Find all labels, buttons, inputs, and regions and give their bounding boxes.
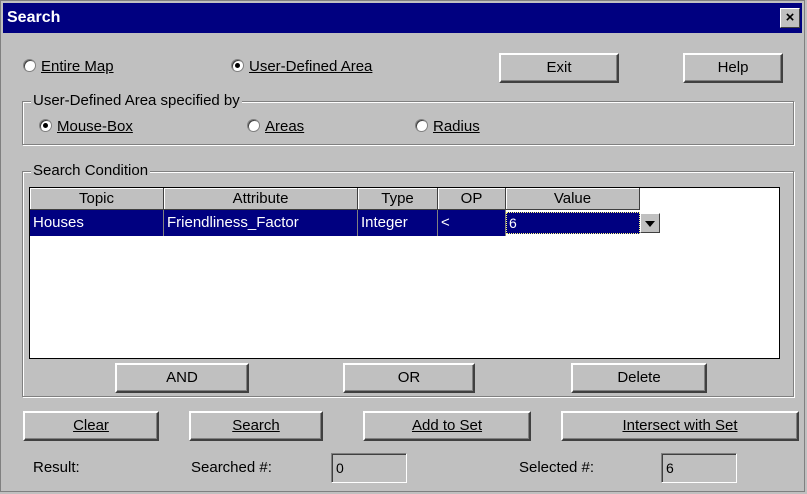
selected-count-field: 6: [661, 453, 737, 483]
radio-entire-map-indicator: [23, 59, 36, 72]
column-header-value[interactable]: Value: [506, 188, 640, 210]
value-dropdown-arrow-icon[interactable]: [640, 213, 660, 233]
cell-attribute[interactable]: Friendliness_Factor: [164, 210, 358, 236]
cell-type[interactable]: Integer: [358, 210, 438, 236]
help-button[interactable]: Help: [683, 53, 783, 83]
title-bar: Search ×: [3, 3, 802, 33]
radio-mouse-box-indicator: [39, 119, 52, 132]
close-button[interactable]: ×: [780, 8, 800, 28]
column-header-topic[interactable]: Topic: [30, 188, 164, 210]
radio-user-defined-area-label: User-Defined Area: [249, 58, 373, 75]
radio-radius[interactable]: Radius: [415, 118, 480, 135]
radio-mouse-box-label: Mouse-Box: [57, 118, 133, 135]
specified-by-group: User-Defined Area specified by: [22, 92, 794, 145]
cell-topic[interactable]: Houses: [30, 210, 164, 236]
radio-user-defined-area-indicator: [231, 59, 244, 72]
column-header-type[interactable]: Type: [358, 188, 438, 210]
column-header-op[interactable]: OP: [438, 188, 506, 210]
search-dialog: Search × Entire Map User-Defined Area Ex…: [0, 0, 805, 492]
radio-mouse-box[interactable]: Mouse-Box: [39, 118, 133, 135]
radio-areas-indicator: [247, 119, 260, 132]
window-title: Search: [7, 9, 61, 26]
specified-by-legend: User-Defined Area specified by: [31, 92, 242, 109]
searched-count-label: Searched #:: [191, 459, 272, 476]
radio-user-defined-area[interactable]: User-Defined Area: [231, 58, 372, 75]
result-label: Result:: [33, 459, 80, 476]
radio-entire-map-label: Entire Map: [41, 58, 114, 75]
radio-areas[interactable]: Areas: [247, 118, 304, 135]
cell-op[interactable]: <: [438, 210, 506, 236]
and-button[interactable]: AND: [115, 363, 249, 393]
radio-entire-map[interactable]: Entire Map: [23, 58, 114, 75]
clear-button[interactable]: Clear: [23, 411, 159, 441]
radio-radius-indicator: [415, 119, 428, 132]
search-button[interactable]: Search: [189, 411, 323, 441]
add-to-set-button[interactable]: Add to Set: [363, 411, 531, 441]
intersect-with-set-button[interactable]: Intersect with Set: [561, 411, 799, 441]
selected-count-label: Selected #:: [519, 459, 595, 476]
column-header-attribute[interactable]: Attribute: [164, 188, 358, 210]
or-button[interactable]: OR: [343, 363, 475, 393]
delete-button[interactable]: Delete: [571, 363, 707, 393]
condition-grid[interactable]: Topic Attribute Type OP Value Houses Fri…: [29, 187, 780, 359]
radio-areas-label: Areas: [265, 118, 305, 135]
searched-count-field: 0: [331, 453, 407, 483]
search-condition-legend: Search Condition: [31, 162, 151, 179]
cell-value-select[interactable]: 6: [506, 212, 640, 234]
radio-radius-label: Radius: [433, 118, 480, 135]
exit-button[interactable]: Exit: [499, 53, 619, 83]
